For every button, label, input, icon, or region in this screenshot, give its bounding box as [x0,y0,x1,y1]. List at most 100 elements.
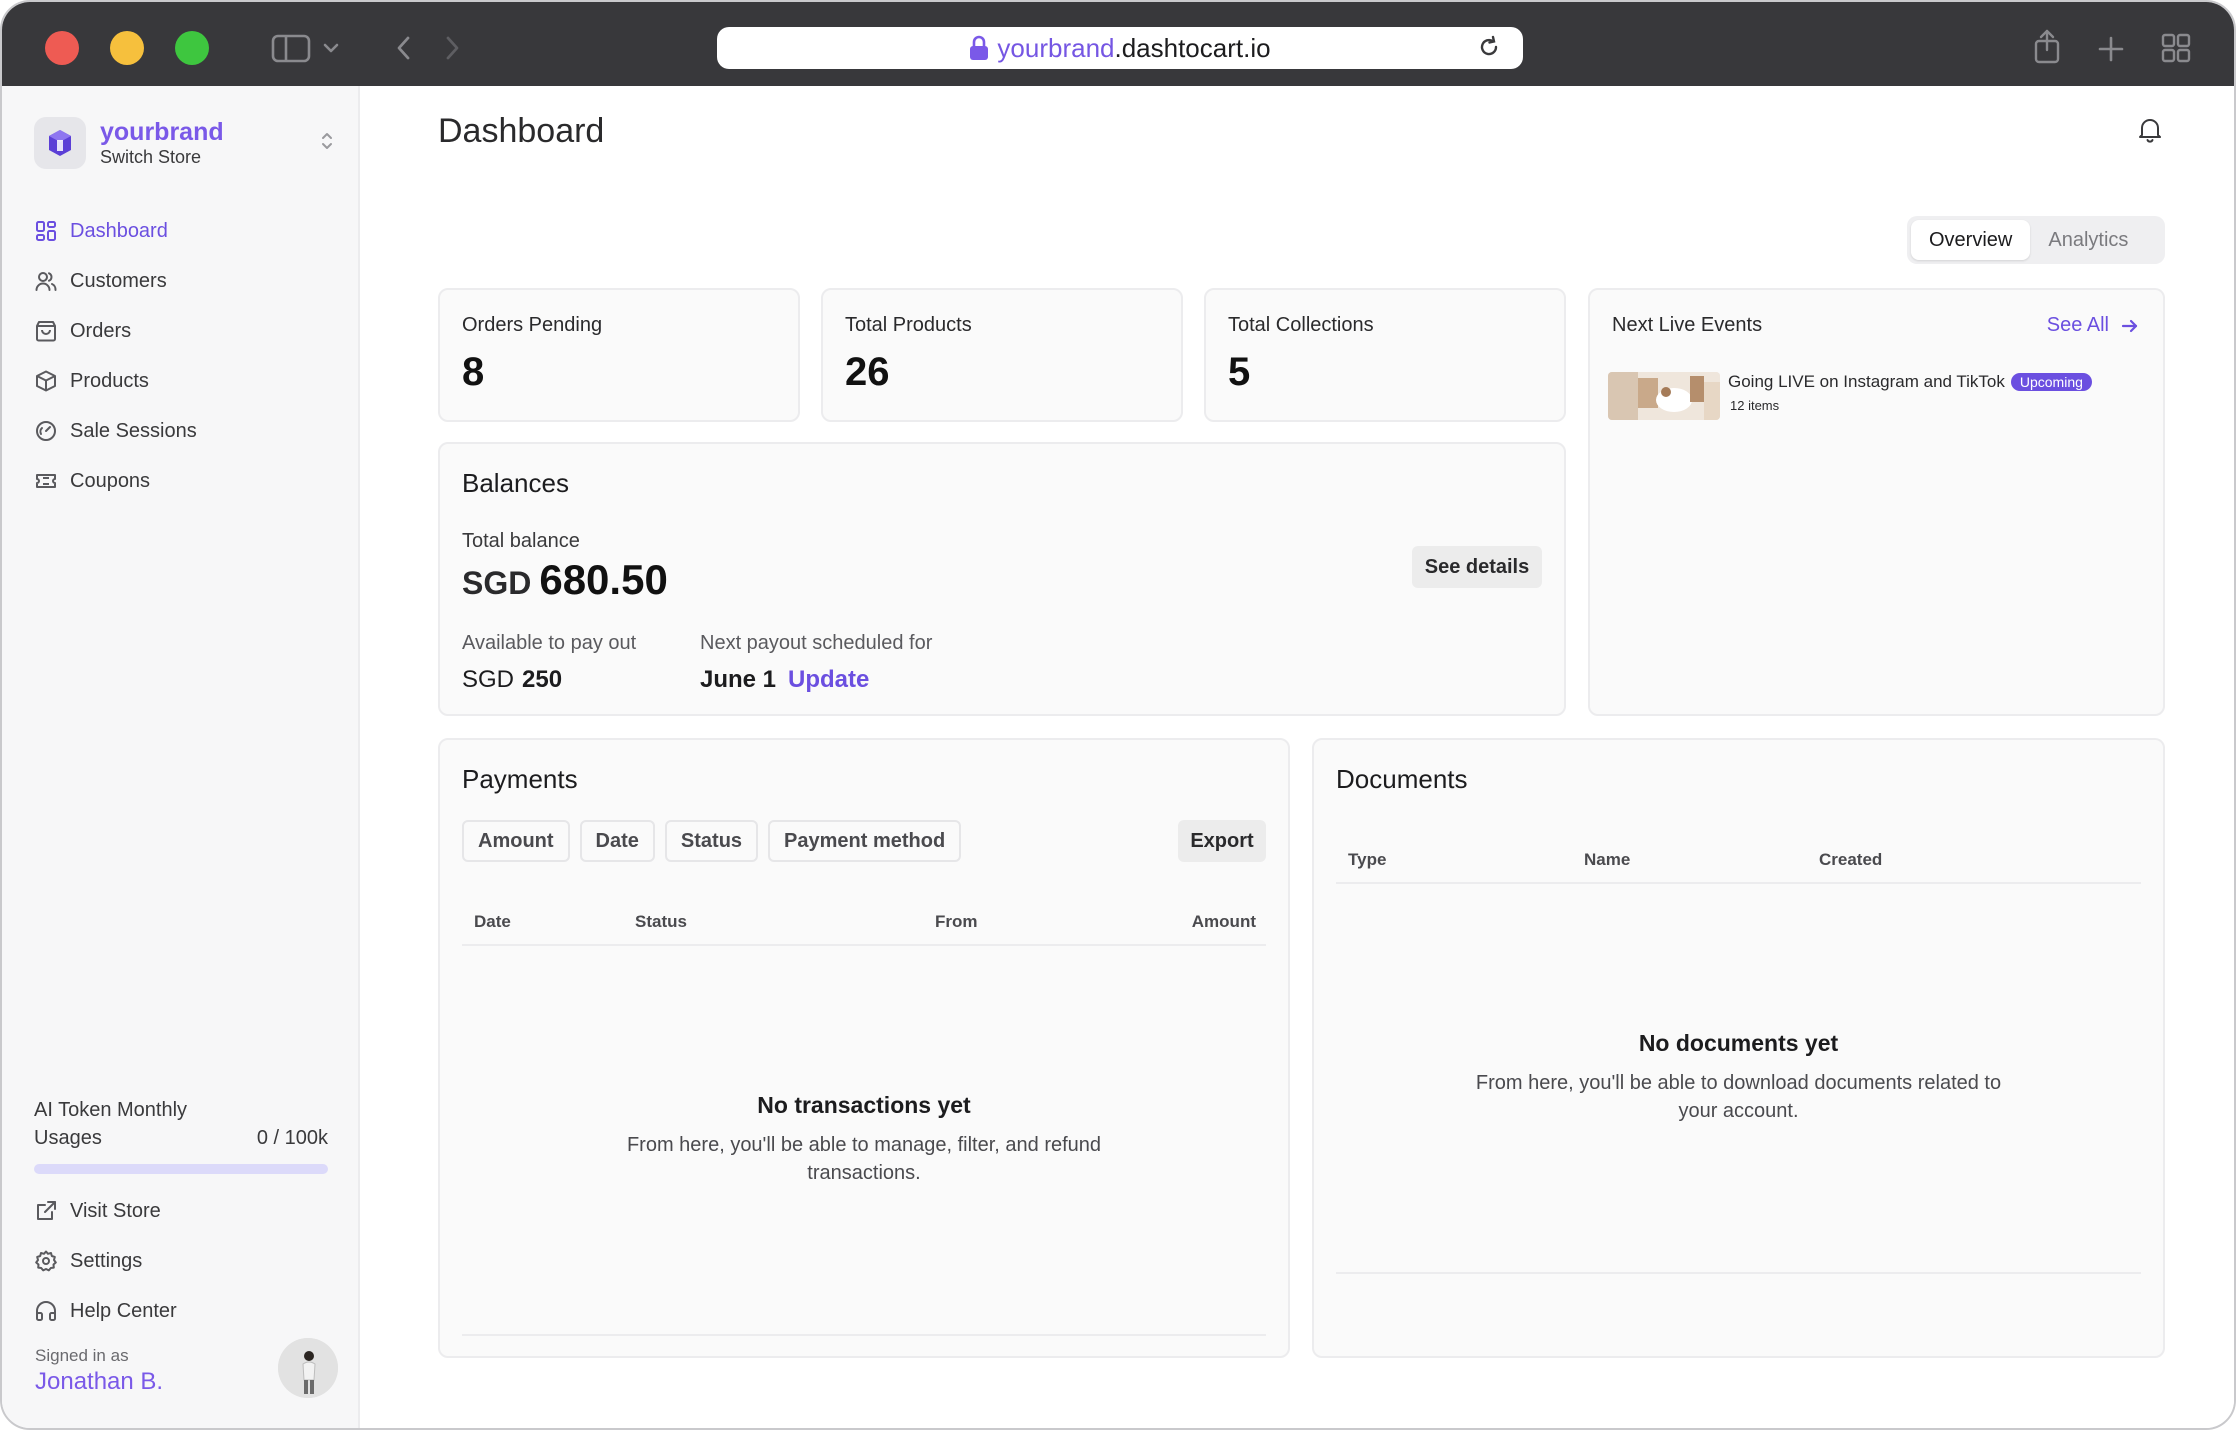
divider [462,1334,1266,1336]
documents-card: Documents Type Name Created No documents… [1312,738,2165,1358]
view-toggle: Overview Analytics [1907,216,2165,264]
next-payout: June 1 Update [700,666,869,694]
column-header-amount[interactable]: Amount [1192,912,1256,932]
token-usage-bar [34,1164,328,1174]
update-payout-link[interactable]: Update [788,666,869,694]
sidebar-item-dashboard[interactable]: Dashboard [34,206,334,256]
avatar[interactable] [278,1338,338,1398]
filter-payment-method[interactable]: Payment method [768,820,962,862]
sidebar-item-label: Products [70,369,149,392]
documents-empty-state: No documents yet From here, you'll be ab… [1314,1030,2163,1125]
url-domain: .dashtocart.io [1114,32,1271,63]
stat-card-total-products[interactable]: Total Products 26 [821,288,1183,422]
maximize-window-button[interactable] [175,31,209,65]
tab-overview[interactable]: Overview [1911,220,2031,260]
plus-icon [2098,36,2124,62]
total-balance-label: Total balance [462,530,580,552]
payments-table-header: Date Status From Amount [462,902,1266,946]
main-content: Dashboard Overview Analytics Orders Pend… [362,86,2234,1428]
empty-state-title: No transactions yet [757,1092,971,1118]
payments-card: Payments Amount Date Status Payment meth… [438,738,1290,1358]
see-details-button[interactable]: See details [1412,546,1542,588]
column-header-created[interactable]: Created [1819,850,1882,870]
sidebar-item-label: Coupons [70,469,151,492]
column-header-name[interactable]: Name [1584,850,1630,870]
new-tab-button[interactable] [2096,34,2126,64]
filter-date[interactable]: Date [579,820,655,862]
column-header-status[interactable]: Status [635,912,687,932]
address-bar[interactable]: yourbrand .dashtocart.io [717,27,1523,69]
page-title: Dashboard [438,112,605,150]
sidebar-item-coupons[interactable]: Coupons [34,456,334,506]
close-window-button[interactable] [45,31,79,65]
sidebar-item-label: Orders [70,319,132,342]
sidebar-item-orders[interactable]: Orders [34,306,334,356]
stat-value: 26 [845,350,890,394]
available-payout-amount: 250 [522,666,563,693]
next-payout-label: Next payout scheduled for [700,632,933,654]
see-all-link[interactable]: See All [2047,314,2139,337]
user-photo [278,1338,338,1398]
status-badge: Upcoming [2010,373,2092,391]
payments-title: Payments [462,764,578,794]
sidebar-item-visit-store[interactable]: Visit Store [34,1186,334,1236]
sidebar-item-sale-sessions[interactable]: Sale Sessions [34,406,334,456]
empty-state-title: No documents yet [1638,1030,1839,1056]
stat-label: Total Collections [1228,314,1374,336]
sidebar-item-settings[interactable]: Settings [34,1236,334,1286]
available-payout: SGD 250 [462,666,562,694]
column-header-from[interactable]: From [935,912,978,932]
live-events-card: Next Live Events See All Going LIVE on I… [1588,288,2165,716]
stat-value: 5 [1228,350,1251,394]
gauge-icon [34,419,58,443]
signed-in-user: Signed in as Jonathan B. [35,1346,163,1396]
stat-card-orders-pending[interactable]: Orders Pending 8 [438,288,800,422]
stat-card-total-collections[interactable]: Total Collections 5 [1204,288,1566,422]
currency: SGD [462,666,515,693]
event-thumbnail [1608,372,1720,420]
sidebar-item-customers[interactable]: Customers [34,256,334,306]
notifications-button[interactable] [2137,116,2163,144]
store-switcher[interactable]: yourbrand Switch Store [34,116,334,170]
live-events-title: Next Live Events [1612,314,1763,336]
available-payout-label: Available to pay out [462,632,637,654]
user-name[interactable]: Jonathan B. [35,1368,163,1396]
sidebar-toggle-button[interactable] [270,30,342,66]
share-button[interactable] [2032,28,2062,66]
sidebar-item-label: Settings [70,1249,143,1272]
reload-icon[interactable] [1477,35,1501,59]
sidebar-bottom-nav: Visit Store Settings Help Center [34,1186,334,1336]
empty-state-body: From here, you'll be able to download do… [1475,1072,2002,1122]
filter-status[interactable]: Status [664,820,759,862]
store-logo-icon [49,130,71,156]
event-item-count: 12 items [1730,398,1780,413]
sidebar-item-products[interactable]: Products [34,356,334,406]
tab-analytics[interactable]: Analytics [2030,220,2146,260]
forward-button[interactable] [438,32,466,64]
headphones-icon [34,1299,58,1323]
shopping-bag-icon [34,319,58,343]
share-icon [2034,29,2060,64]
sidebar-item-label: Dashboard [70,219,168,242]
back-button[interactable] [390,32,418,64]
column-header-date[interactable]: Date [474,912,511,932]
minimize-window-button[interactable] [110,31,144,65]
payments-empty-state: No transactions yet From here, you'll be… [440,1092,1288,1187]
filter-amount[interactable]: Amount [462,820,570,862]
switch-store-label: Switch Store [100,147,202,167]
users-icon [34,269,58,293]
divider [1336,1272,2141,1274]
tabs-grid-icon [2161,33,2191,63]
balances-title: Balances [462,468,569,498]
live-event-item[interactable]: Going LIVE on Instagram and TikTok Upcom… [1608,372,2092,420]
total-balance: SGD 680.50 [462,556,668,604]
sidebar-item-help-center[interactable]: Help Center [34,1286,334,1336]
export-button[interactable]: Export [1178,820,1266,862]
token-usage-value: 0 / 100k [256,1127,328,1149]
external-link-icon [34,1199,58,1223]
column-header-type[interactable]: Type [1348,850,1386,870]
tab-overview-button[interactable] [2160,32,2192,64]
sidebar-item-label: Visit Store [70,1199,161,1222]
sidebar-item-label: Sale Sessions [70,419,197,442]
currency: SGD [462,565,532,601]
